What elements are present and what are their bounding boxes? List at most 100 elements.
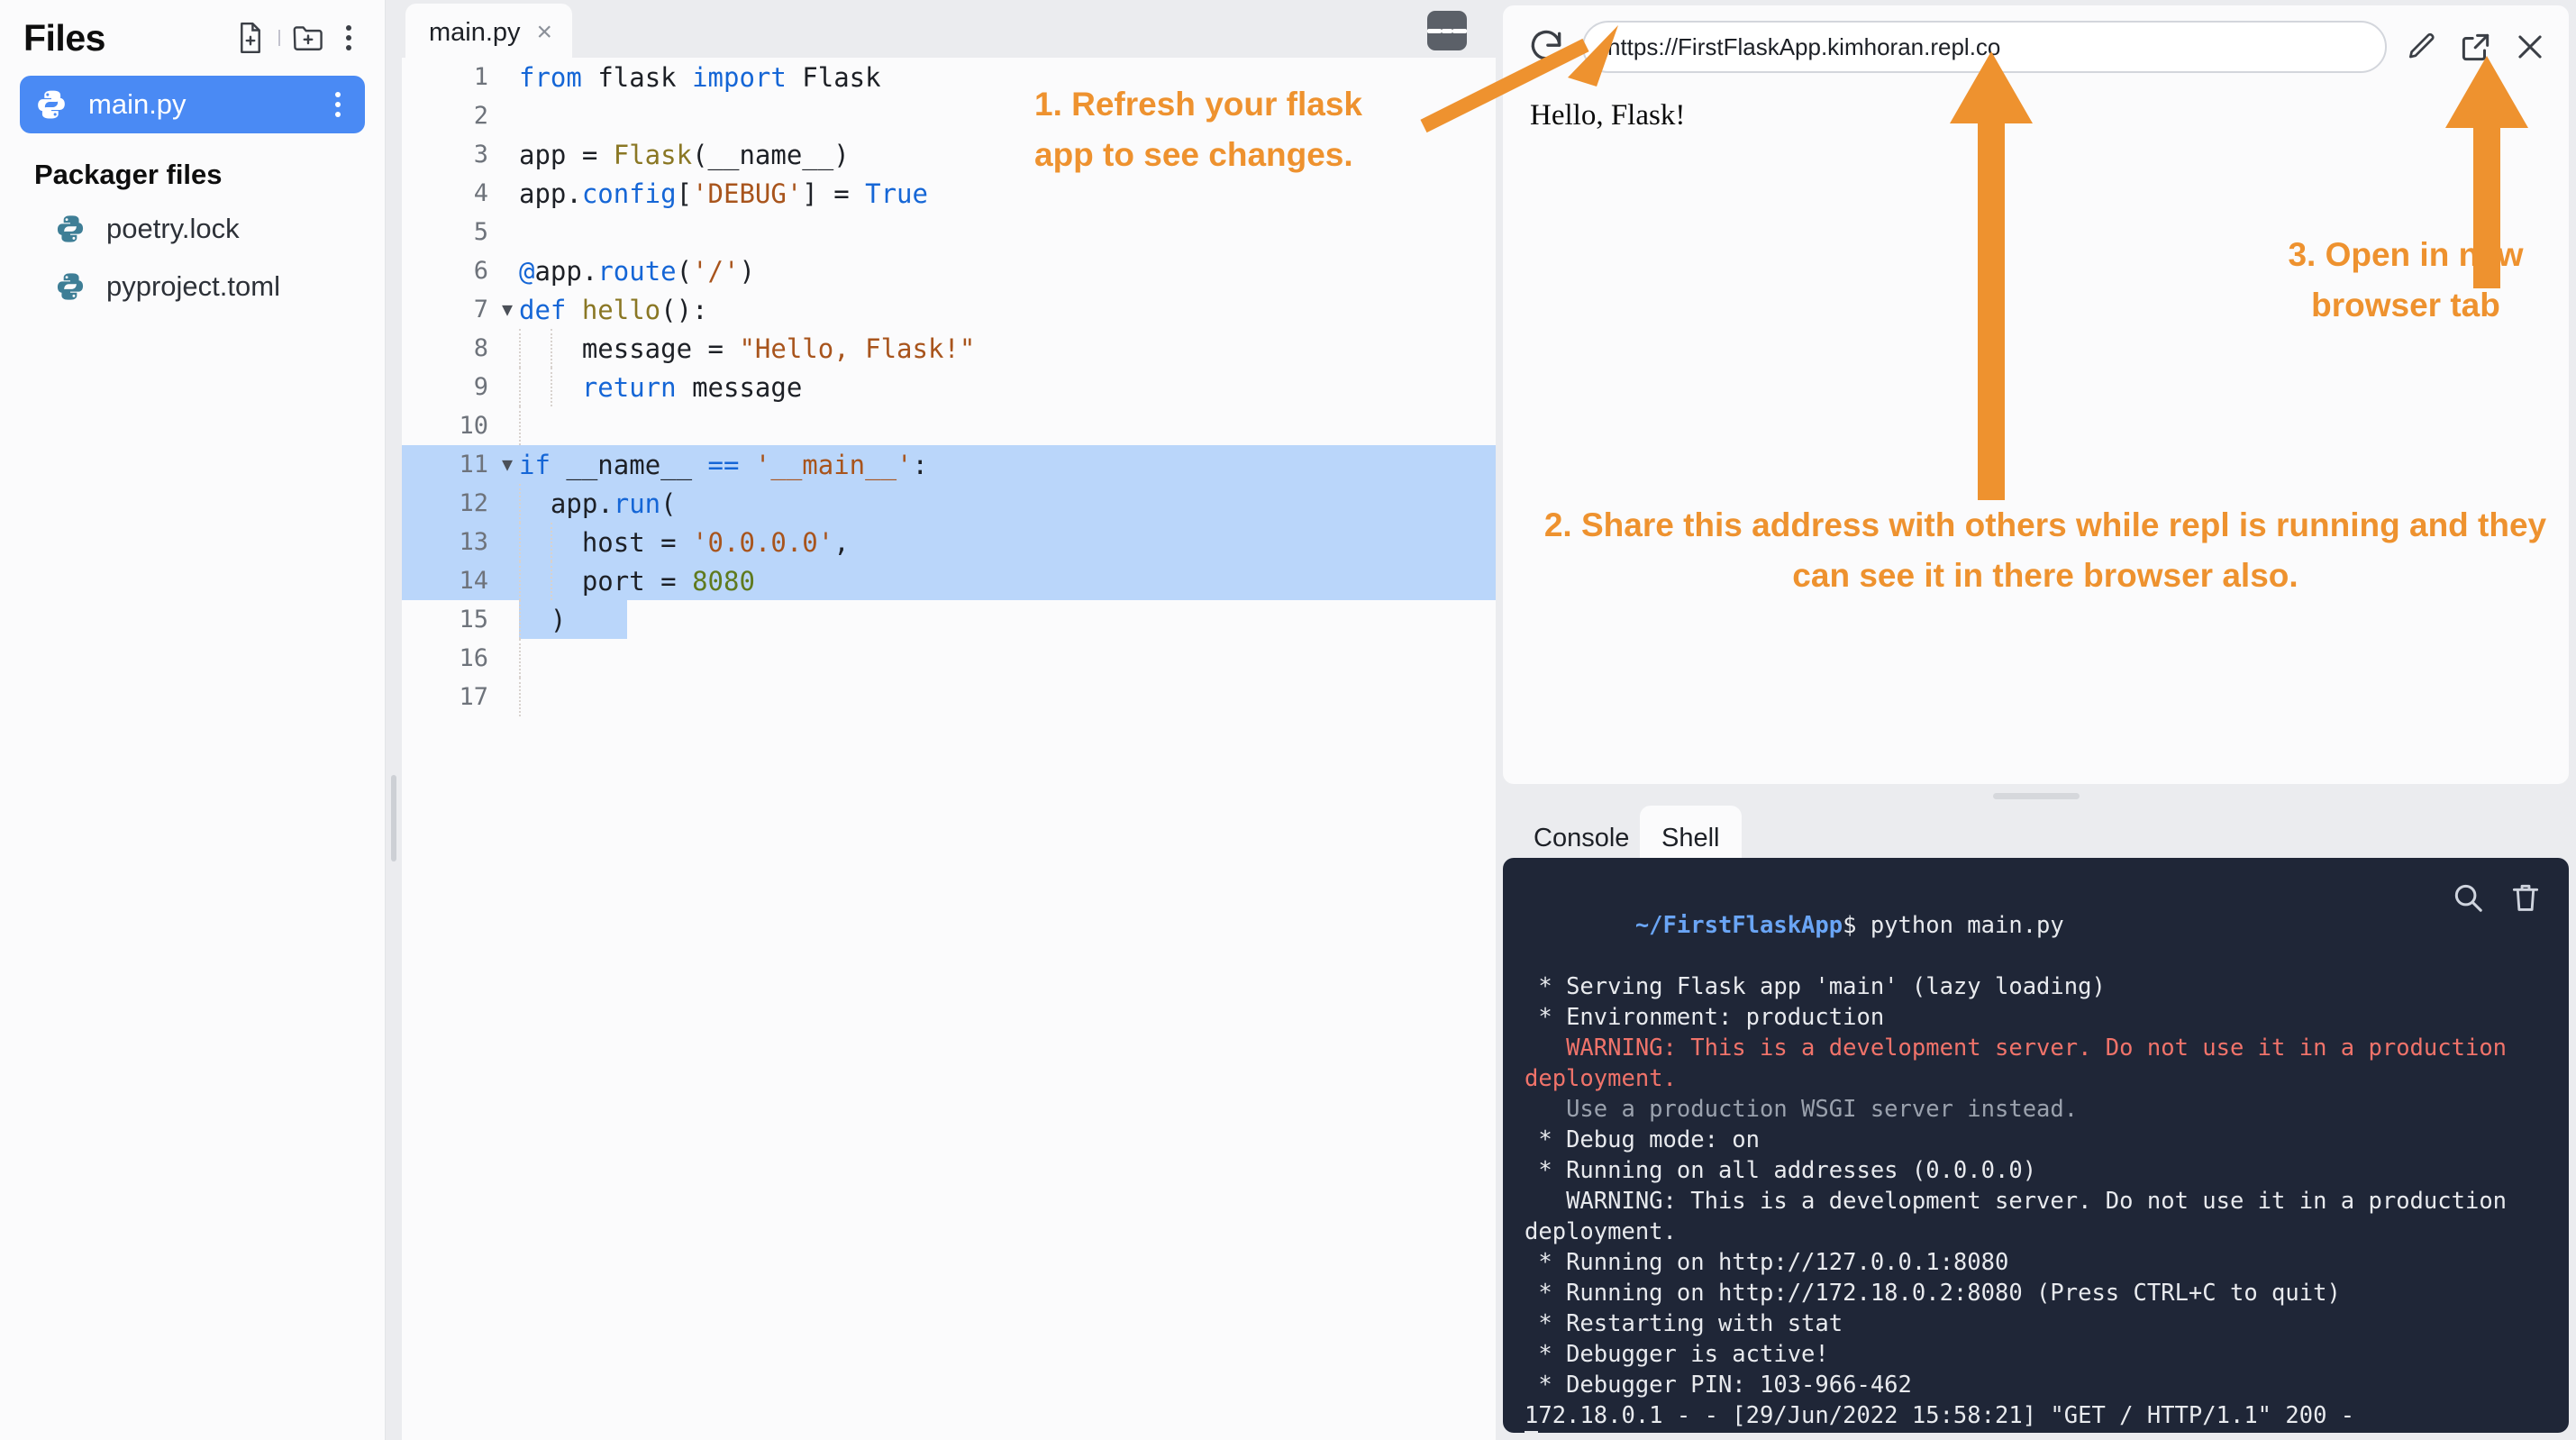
code-line[interactable]: 12 app.run( [402, 484, 1496, 523]
python-file-icon [57, 215, 84, 242]
code-text: return message [581, 371, 803, 403]
code-line[interactable]: 6 @app.route('/') [402, 251, 1496, 290]
code-text: port = 8080 [519, 565, 755, 597]
shell-terminal[interactable]: ~/FirstFlaskApp$ python main.py * Servin… [1503, 858, 2569, 1433]
edit-pencil-icon[interactable] [2403, 28, 2441, 66]
sidebar-header-actions [235, 23, 361, 53]
terminal-prompt: ~/FirstFlaskApp [1634, 912, 1843, 939]
terminal-line: 172.18.0.1 - - [29/Jun/2022 15:58:21] "G… [1525, 1402, 2355, 1429]
code-line[interactable]: 7 ▼ def hello(): [402, 290, 1496, 329]
line-number: 1 [473, 63, 488, 91]
sidebar-more-options-icon[interactable] [336, 23, 361, 53]
code-line[interactable]: 15 ) [402, 600, 1496, 639]
close-icon[interactable] [2511, 28, 2549, 66]
line-number: 17 [459, 683, 488, 711]
terminal-output: * Serving Flask app 'main' (lazy loading… [1525, 971, 2547, 1431]
line-number: 15 [459, 606, 488, 633]
sidebar-header: Files [0, 0, 385, 76]
sidebar-item-label: poetry.lock [106, 213, 240, 244]
file-more-options-icon[interactable] [325, 89, 350, 120]
code-editor[interactable]: 1 from flask import Flask 2 3 app = Flask(__… [402, 58, 1496, 1440]
terminal-line: * Debugger is active! [1525, 1341, 1829, 1368]
right-column: https://FirstFlaskApp.kimhoran.repl.co H… [1496, 0, 2576, 1440]
terminal-line: WARNING: This is a development server. D… [1525, 1188, 2521, 1245]
code-line[interactable]: 10 [402, 406, 1496, 445]
tab-label: Shell [1661, 823, 1720, 852]
code-text: from flask import Flask [519, 61, 881, 93]
search-icon[interactable] [2448, 878, 2488, 917]
line-number: 16 [459, 644, 488, 672]
new-file-icon[interactable] [235, 23, 266, 53]
code-text: host = '0.0.0.0', [519, 526, 850, 558]
terminal-line: * Running on http://127.0.0.1:8080 [1525, 1249, 2009, 1276]
code-text: message = "Hello, Flask!" [519, 333, 976, 364]
code-text: @app.route('/') [519, 255, 755, 287]
code-line[interactable]: 14 port = 8080 [402, 561, 1496, 600]
console-resize-handle[interactable] [1503, 786, 2569, 806]
terminal-line: * Running on http://172.18.0.2:8080 (Pre… [1525, 1280, 2341, 1307]
tab-label: Console [1534, 823, 1630, 852]
code-text: if __name__ == '__main__': [519, 449, 928, 480]
sidebar-item-label: pyproject.toml [106, 270, 280, 302]
icon-separator [278, 30, 280, 46]
terminal-line: * Debug mode: on [1525, 1126, 1760, 1153]
new-folder-icon[interactable] [293, 23, 323, 53]
webview-toolbar: https://FirstFlaskApp.kimhoran.repl.co [1503, 5, 2569, 88]
code-line[interactable]: 9 return message [402, 368, 1496, 406]
line-number: 5 [473, 218, 488, 246]
reload-icon[interactable] [1526, 27, 1566, 67]
annotation-1-text: 1. Refresh your flask app to see changes… [1034, 86, 1362, 173]
tab-main-py[interactable]: main.py × [405, 4, 573, 61]
code-line[interactable]: 13 host = '0.0.0.0', [402, 523, 1496, 561]
webview-content: Hello, Flask! [1503, 88, 2569, 143]
files-title: Files [23, 16, 105, 59]
terminal-line: WARNING: This is a development server. D… [1525, 1034, 2521, 1092]
line-number: 2 [473, 102, 488, 130]
terminal-line: * Environment: production [1525, 1004, 1885, 1031]
terminal-line: * Debugger PIN: 103-966-462 [1525, 1372, 1912, 1399]
code-line[interactable]: 8 message = "Hello, Flask!" [402, 329, 1496, 368]
annotation-2-text: 2. Share this address with others while … [1543, 506, 2547, 594]
sidebar-resize-handle[interactable] [386, 0, 402, 1440]
url-input[interactable]: https://FirstFlaskApp.kimhoran.repl.co [1582, 21, 2387, 73]
webview-panel: https://FirstFlaskApp.kimhoran.repl.co H… [1503, 5, 2569, 784]
fold-arrow-icon[interactable]: ▼ [496, 290, 519, 329]
terminal-line: * Restarting with stat [1525, 1310, 1843, 1337]
sidebar-item-label: main.py [88, 88, 187, 120]
code-line[interactable]: 11 ▼ if __name__ == '__main__': [402, 445, 1496, 484]
sidebar-item-main-py[interactable]: main.py [20, 76, 365, 133]
line-number: 3 [473, 141, 488, 169]
line-number: 10 [459, 412, 488, 440]
python-file-icon [57, 273, 84, 300]
line-number: 11 [459, 451, 488, 478]
close-icon[interactable]: × [537, 19, 553, 46]
terminal-toolbar [2448, 878, 2545, 917]
terminal-command: $ python main.py [1843, 912, 2064, 939]
annotation-3-text: 3. Open in new browser tab [2288, 236, 2524, 324]
line-number: 7 [473, 296, 488, 324]
line-number: 12 [459, 489, 488, 517]
code-text: app.config['DEBUG'] = True [519, 178, 928, 209]
trash-icon[interactable] [2506, 878, 2545, 917]
format-code-icon[interactable] [1427, 11, 1468, 50]
terminal-line: * Running on all addresses (0.0.0.0) [1525, 1157, 2037, 1184]
tab-label: main.py [429, 17, 521, 47]
code-line[interactable]: 17 [402, 678, 1496, 716]
code-line[interactable]: 5 [402, 213, 1496, 251]
code-line[interactable]: 16 [402, 639, 1496, 678]
fold-arrow-icon[interactable]: ▼ [496, 445, 519, 484]
editor-pane: main.py × 1 from flask import Flask 2 3 app … [402, 0, 1496, 1440]
line-number: 13 [459, 528, 488, 556]
line-number: 9 [473, 373, 488, 401]
preview-text: Hello, Flask! [1530, 99, 1686, 132]
line-number: 6 [473, 257, 488, 285]
sidebar-item-pyproject-toml[interactable]: pyproject.toml [20, 258, 365, 315]
code-text: app.run( [519, 488, 677, 519]
line-number: 8 [473, 334, 488, 362]
terminal-cursor [1525, 1431, 1538, 1433]
editor-tabbar: main.py × [402, 0, 1496, 61]
open-external-icon[interactable] [2457, 28, 2495, 66]
python-file-icon [38, 90, 65, 119]
terminal-line: * Serving Flask app 'main' (lazy loading… [1525, 973, 2106, 1000]
sidebar-item-poetry-lock[interactable]: poetry.lock [20, 200, 365, 258]
